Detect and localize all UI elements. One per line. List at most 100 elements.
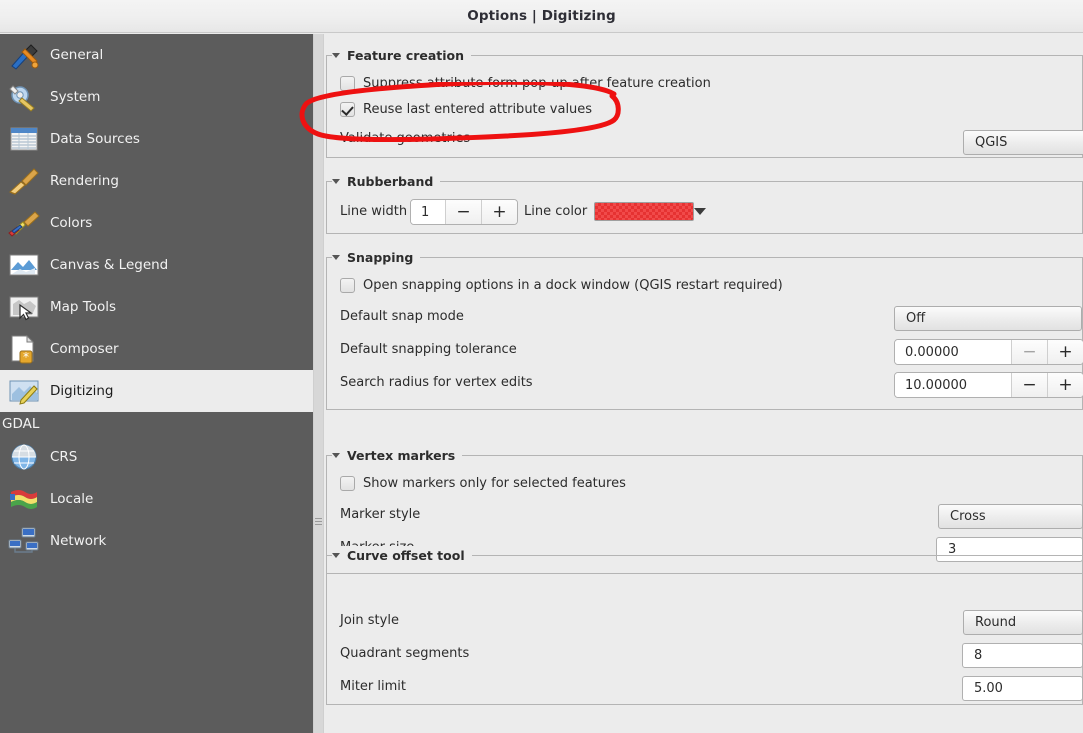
collapse-arrow-icon[interactable]	[332, 452, 340, 458]
line-width-decrement-button[interactable]: −	[445, 200, 481, 224]
show-markers-selected-checkbox[interactable]	[340, 476, 355, 491]
default-snap-mode-combo[interactable]: Off	[894, 306, 1082, 331]
sidebar-item-label: Colors	[50, 215, 93, 231]
marker-style-value: Cross	[950, 509, 986, 524]
join-style-combo[interactable]: Round	[963, 610, 1083, 635]
group-header-rubberband[interactable]: Rubberband	[332, 172, 441, 190]
collapse-arrow-icon[interactable]	[332, 178, 340, 184]
reuse-attribute-values-checkbox[interactable]	[340, 102, 355, 117]
row-line-color: Line color	[524, 204, 587, 219]
sidebar-item-network[interactable]: Network	[0, 520, 313, 562]
row-default-snap-mode: Default snap mode	[340, 309, 464, 324]
sidebar-item-system[interactable]: System	[0, 76, 313, 118]
snapping-tolerance-spinbox[interactable]: 0.00000 − +	[894, 339, 1083, 365]
suppress-attribute-form-checkbox[interactable]	[340, 76, 355, 91]
sidebar-item-composer[interactable]: * Composer	[0, 328, 313, 370]
row-miter-limit: Miter limit	[340, 679, 406, 694]
sidebar-item-data-sources[interactable]: Data Sources	[0, 118, 313, 160]
sidebar-item-locale[interactable]: Locale	[0, 478, 313, 520]
line-width-spinbox[interactable]: 1 − +	[410, 199, 518, 225]
sidebar-item-general[interactable]: General	[0, 34, 313, 76]
miter-limit-label: Miter limit	[340, 679, 406, 694]
line-width-increment-button[interactable]: +	[481, 200, 517, 224]
default-snap-mode-label: Default snap mode	[340, 309, 464, 324]
scrollbar-thumb[interactable]	[314, 34, 323, 733]
sidebar-item-digitizing[interactable]: Digitizing	[0, 370, 313, 412]
group-title: Rubberband	[347, 173, 434, 189]
search-radius-decrement-button[interactable]: −	[1011, 373, 1047, 397]
group-feature-creation: Feature creation Suppress attribute form…	[326, 46, 1083, 158]
sidebar-item-label: System	[50, 89, 101, 105]
sidebar-item-label: General	[50, 47, 104, 63]
collapse-arrow-icon[interactable]	[332, 254, 340, 260]
collapse-arrow-icon[interactable]	[332, 552, 340, 558]
map-canvas-icon	[8, 250, 40, 280]
row-marker-style: Marker style	[340, 507, 420, 522]
group-title: Feature creation	[347, 47, 465, 63]
row-quadrant-segments: Quadrant segments	[340, 646, 469, 661]
window-titlebar: Options | Digitizing	[0, 0, 1083, 33]
sidebar-item-label: CRS	[50, 449, 78, 465]
row-validate-geometries: Validate geometries	[340, 131, 470, 146]
validate-geometries-value: QGIS	[975, 135, 1008, 150]
search-radius-label: Search radius for vertex edits	[340, 375, 533, 390]
line-color-dropdown-arrow-icon[interactable]	[694, 208, 706, 215]
search-radius-spinbox[interactable]: 10.00000 − +	[894, 372, 1083, 398]
quadrant-segments-input[interactable]: 8	[962, 643, 1083, 668]
reuse-attribute-values-label: Reuse last entered attribute values	[363, 102, 593, 117]
group-header-snapping[interactable]: Snapping	[332, 248, 421, 266]
window-title: Options | Digitizing	[467, 8, 616, 24]
quadrant-segments-value: 8	[974, 648, 983, 663]
snapping-tolerance-value[interactable]: 0.00000	[895, 340, 1011, 364]
sidebar-item-label: Map Tools	[50, 299, 117, 315]
digitizing-options-panel: Feature creation Suppress attribute form…	[326, 34, 1083, 733]
search-radius-increment-button[interactable]: +	[1047, 373, 1083, 397]
sidebar-item-label: Rendering	[50, 173, 119, 189]
miter-limit-value: 5.00	[974, 681, 1003, 696]
group-header-feature-creation[interactable]: Feature creation	[332, 46, 472, 64]
line-width-label: Line width	[340, 204, 408, 219]
search-radius-value[interactable]: 10.00000	[895, 373, 1011, 397]
marker-style-label: Marker style	[340, 507, 421, 522]
page-star-icon: *	[8, 334, 40, 364]
sidebar-item-colors[interactable]: Colors	[0, 202, 313, 244]
collapse-arrow-icon[interactable]	[332, 52, 340, 58]
sidebar-item-crs[interactable]: CRS	[0, 436, 313, 478]
map-pencil-icon	[8, 376, 40, 406]
validate-geometries-label: Validate geometries	[340, 131, 471, 146]
broom-icon	[8, 166, 40, 196]
row-join-style: Join style	[340, 613, 399, 628]
join-style-label: Join style	[340, 613, 399, 628]
sidebar-group-label-gdal: GDAL	[2, 416, 40, 432]
row-reuse-attribute-values: Reuse last entered attribute values	[340, 102, 592, 117]
hammer-wrench-icon	[8, 40, 40, 70]
quadrant-segments-label: Quadrant segments	[340, 646, 470, 661]
suppress-attribute-form-label: Suppress attribute form pop-up after fea…	[363, 76, 711, 91]
group-title: Curve offset tool	[347, 547, 465, 563]
snapping-tolerance-decrement-button[interactable]: −	[1011, 340, 1047, 364]
validate-geometries-combo[interactable]: QGIS	[963, 130, 1083, 155]
show-markers-selected-label: Show markers only for selected features	[363, 476, 626, 491]
open-snapping-dock-label: Open snapping options in a dock window (…	[363, 278, 783, 293]
snapping-tolerance-increment-button[interactable]: +	[1047, 340, 1083, 364]
row-suppress-attribute-form: Suppress attribute form pop-up after fea…	[340, 76, 711, 91]
options-sidebar[interactable]: General System Data Sources Rendering Colors…	[0, 34, 313, 733]
sidebar-item-map-tools[interactable]: Map Tools	[0, 286, 313, 328]
group-header-vertex-markers[interactable]: Vertex markers	[332, 446, 463, 464]
miter-limit-input[interactable]: 5.00	[962, 676, 1083, 701]
sidebar-item-rendering[interactable]: Rendering	[0, 160, 313, 202]
sidebar-item-canvas-legend[interactable]: Canvas & Legend	[0, 244, 313, 286]
line-color-label: Line color	[524, 204, 588, 219]
marker-style-combo[interactable]: Cross	[938, 504, 1083, 529]
scrollbar-grip-icon	[315, 518, 322, 527]
row-open-snapping-dock: Open snapping options in a dock window (…	[340, 278, 783, 293]
open-snapping-dock-checkbox[interactable]	[340, 278, 355, 293]
color-broom-icon	[8, 208, 40, 238]
group-title: Vertex markers	[347, 447, 456, 463]
line-color-swatch[interactable]	[594, 202, 694, 221]
sidebar-scrollbar[interactable]	[313, 34, 324, 733]
row-snapping-tolerance: Default snapping tolerance	[340, 342, 517, 357]
gear-wrench-icon	[8, 82, 40, 112]
line-width-value[interactable]: 1	[411, 200, 445, 224]
group-header-curve-offset-tool[interactable]: Curve offset tool	[332, 546, 472, 564]
